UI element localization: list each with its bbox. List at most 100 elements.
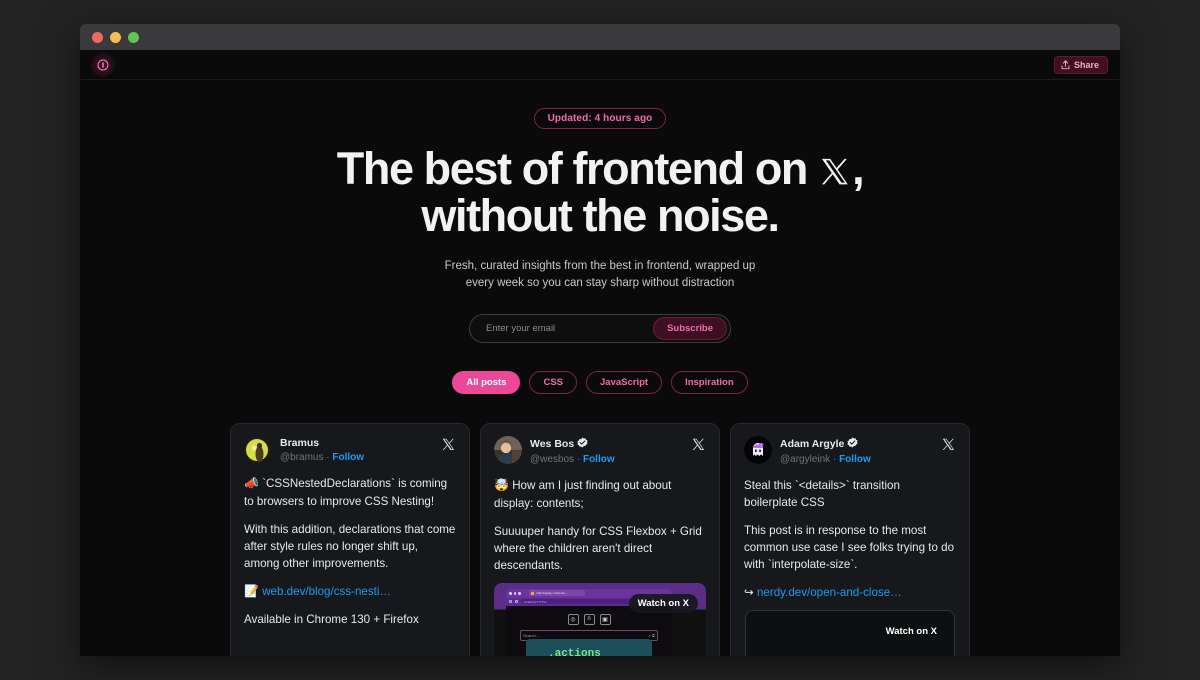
author-handle: @bramus: [280, 451, 324, 463]
verified-badge-icon: [577, 437, 588, 452]
site-logo-icon[interactable]: [94, 55, 112, 74]
handle-separator: ·: [832, 453, 837, 465]
headline-line-1: The best of frontend on ,: [80, 145, 1120, 192]
code-overlay: .actions: [526, 638, 652, 656]
site-header: Share: [80, 50, 1120, 80]
watch-on-x-badge[interactable]: Watch on X: [628, 593, 698, 613]
author-name: Wes Bos: [530, 437, 683, 452]
filter-css[interactable]: CSS: [529, 371, 578, 394]
tweet-paragraph-2: Suuuuper handy for CSS Flexbox + Grid wh…: [494, 524, 702, 572]
tweet-card[interactable]: Wes Bos @wesbos · Follow 🤯 How am I just…: [480, 423, 720, 656]
subscribe-form: Subscribe: [469, 314, 731, 343]
page-title: The best of frontend on , without the no…: [80, 145, 1120, 240]
author-handle-row: @argyleink · Follow: [780, 453, 933, 467]
tweet-paragraph-1-text: How am I just finding out about display:…: [494, 479, 672, 510]
follow-link[interactable]: Follow: [332, 452, 364, 463]
tweet-paragraph-2: This post is in response to the most com…: [744, 524, 955, 572]
browser-window: Share Updated: 4 hours ago The best of f…: [80, 24, 1120, 656]
tweet-paragraph-1: 📣 `CSSNestedDeclarations` is coming to b…: [244, 475, 456, 510]
author-handle-row: @wesbos · Follow: [530, 453, 683, 467]
subtitle-line-2: every week so you can stay sharp without…: [465, 276, 735, 289]
follow-link[interactable]: Follow: [583, 454, 615, 465]
hero-section: Updated: 4 hours ago The best of fronten…: [80, 80, 1120, 394]
mini-tab-title: CSS display: contents;: [535, 591, 566, 596]
subscribe-button[interactable]: Subscribe: [653, 317, 727, 340]
filter-inspiration[interactable]: Inspiration: [671, 371, 748, 394]
headline-line-2: without the noise.: [421, 190, 780, 242]
maximize-window-button[interactable]: [128, 31, 139, 43]
updated-badge: Updated: 4 hours ago: [533, 108, 667, 129]
mini-search-icon: ⌕ ◎: [648, 632, 655, 638]
arrow-hook-icon: ↪: [744, 586, 754, 600]
handle-separator: ·: [576, 453, 581, 465]
mini-back-icon: [509, 600, 512, 604]
author-handle: @wesbos: [530, 453, 575, 465]
tweet-body: 🤯 How am I just finding out about displa…: [494, 477, 706, 574]
tweet-media-embed[interactable]: Watch on X ▸ Details interpolation exa…: [745, 610, 955, 656]
posts-grid: Bramus @bramus · Follow 📣 `CSSNestedDecl…: [230, 423, 970, 656]
megaphone-emoji: 📣: [244, 476, 259, 491]
bramus-avatar: [244, 436, 272, 464]
mini-favicon: [530, 591, 534, 595]
mini-dot: [513, 592, 516, 595]
x-logo-icon[interactable]: [941, 437, 956, 457]
handle-separator: ·: [326, 451, 330, 463]
tweet-identity: Wes Bos @wesbos · Follow: [530, 436, 683, 466]
tweet-paragraph-2: With this addition, declarations that co…: [244, 522, 456, 570]
tweet-card[interactable]: Adam Argyle @argyleink · Follow Steal th…: [730, 423, 970, 656]
headline-comma: ,: [852, 143, 865, 194]
argyle-avatar: [744, 436, 772, 464]
mind-blown-emoji: 🤯: [494, 478, 509, 493]
email-field[interactable]: [486, 323, 654, 334]
filter-all-posts[interactable]: All posts: [452, 371, 521, 394]
verified-badge-icon: [847, 437, 858, 452]
watch-on-x-badge[interactable]: Watch on X: [877, 622, 946, 641]
tweet-paragraph-1: Steal this `<details>` transition boiler…: [744, 479, 900, 510]
mini-gear-icon: ◎: [567, 613, 579, 625]
share-button-label: Share: [1073, 59, 1099, 70]
share-button[interactable]: Share: [1053, 55, 1108, 74]
mini-forward-icon: [515, 600, 518, 604]
author-name: Adam Argyle: [780, 437, 933, 452]
x-logo-icon[interactable]: [441, 437, 456, 457]
mini-arch-icon: n: [583, 613, 595, 625]
tweet-header: Wes Bos @wesbos · Follow: [494, 436, 706, 466]
minimize-window-button[interactable]: [110, 31, 121, 43]
author-name-text: Adam Argyle: [780, 438, 845, 450]
mini-search-placeholder: Search…: [523, 632, 540, 638]
author-name-text: Bramus: [280, 437, 320, 449]
mini-icon-row: ◎ n ▣: [520, 613, 658, 625]
author-name: Bramus: [280, 437, 433, 450]
tweet-body: Steal this `<details>` transition boiler…: [744, 477, 956, 601]
tweet-paragraph-3: Available in Chrome 130 + Firefox: [244, 613, 419, 627]
tweet-card[interactable]: Bramus @bramus · Follow 📣 `CSSNestedDecl…: [230, 423, 470, 656]
author-handle-row: @bramus · Follow: [280, 451, 433, 465]
tweet-link[interactable]: nerdy.dev/open-and-close…: [757, 586, 902, 599]
x-logo-icon: [818, 146, 852, 193]
tweet-identity: Adam Argyle @argyleink · Follow: [780, 436, 933, 466]
mini-browser-tab: CSS display: contents;: [528, 590, 585, 597]
wesbos-avatar: [494, 436, 522, 464]
tweet-paragraph-1-text: `CSSNestedDeclarations` is coming to bro…: [244, 477, 448, 508]
tweet-header: Adam Argyle @argyleink · Follow: [744, 436, 956, 466]
page-subtitle: Fresh, curated insights from the best in…: [80, 258, 1120, 293]
share-icon: [1061, 59, 1070, 69]
tweet-paragraph-1: 🤯 How am I just finding out about displa…: [494, 477, 706, 512]
mini-dot: [509, 592, 512, 595]
page-body: Updated: 4 hours ago The best of fronten…: [80, 80, 1120, 656]
tweet-media-embed[interactable]: Watch on X CSS display: contents; localh…: [494, 582, 706, 656]
tweet-link-row: ↪ nerdy.dev/open-and-close…: [744, 584, 956, 601]
subtitle-line-1: Fresh, curated insights from the best in…: [444, 259, 756, 272]
x-logo-icon[interactable]: [691, 437, 706, 457]
filter-tabs: All posts CSS JavaScript Inspiration: [80, 371, 1120, 394]
mini-bag-icon: ▣: [599, 613, 611, 625]
tweet-link-row: 📝 web.dev/blog/css-nesti…: [244, 583, 456, 601]
window-titlebar: [80, 24, 1120, 50]
memo-emoji: 📝: [244, 583, 259, 598]
tweet-link[interactable]: web.dev/blog/css-nesti…: [262, 585, 391, 598]
mini-dot: [518, 592, 521, 595]
follow-link[interactable]: Follow: [839, 454, 871, 465]
filter-javascript[interactable]: JavaScript: [586, 371, 663, 394]
close-window-button[interactable]: [92, 31, 103, 43]
author-handle: @argyleink: [780, 453, 831, 465]
